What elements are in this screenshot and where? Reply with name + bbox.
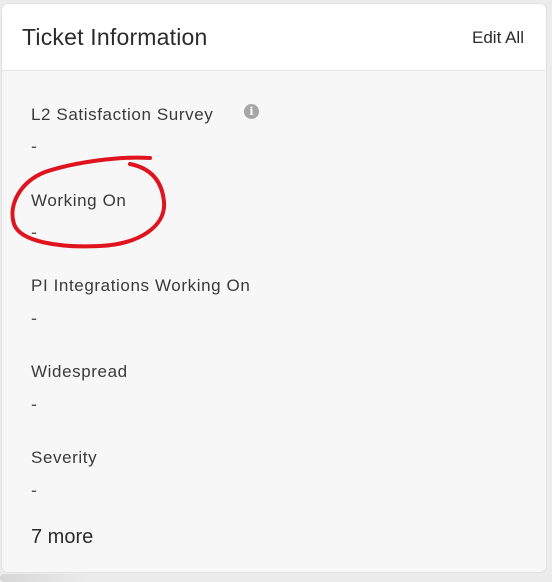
field-label-widespread: Widespread — [31, 362, 128, 381]
field-label-pi-integrations-working-on: PI Integrations Working On — [31, 276, 251, 295]
show-more-link[interactable]: 7 more — [31, 526, 93, 549]
field-value-severity[interactable]: - — [31, 480, 37, 501]
card-header: Ticket Information Edit All — [2, 4, 546, 71]
field-value-widespread[interactable]: - — [31, 394, 37, 415]
field-label-l2-satisfaction-survey: L2 Satisfaction Survey — [31, 105, 214, 124]
page: Ticket Information Edit All L2 Satisfact… — [0, 0, 552, 582]
ticket-information-card: Ticket Information Edit All L2 Satisfact… — [2, 4, 546, 572]
field-label-severity: Severity — [31, 448, 98, 467]
field-value-l2-satisfaction-survey[interactable]: - — [31, 136, 37, 157]
field-value-pi-integrations-working-on[interactable]: - — [31, 308, 37, 329]
edit-all-button[interactable]: Edit All — [472, 28, 524, 48]
field-value-working-on[interactable]: - — [31, 222, 37, 243]
info-icon[interactable]: i — [244, 104, 259, 119]
card-title: Ticket Information — [22, 24, 208, 50]
bottom-shadow — [0, 574, 90, 582]
field-label-working-on: Working On — [31, 191, 127, 210]
